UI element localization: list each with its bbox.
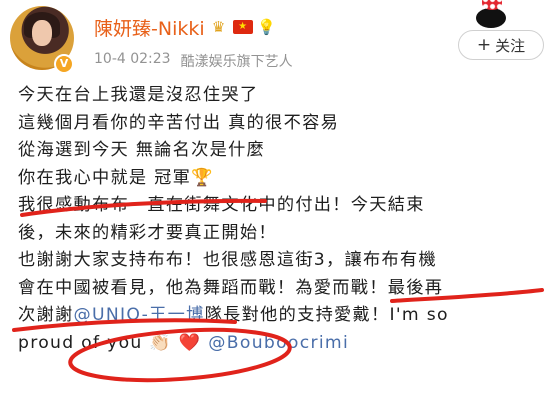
verified-badge-icon: V (54, 54, 74, 74)
post-line: 從海選到今天 無論名次是什麼 (18, 140, 266, 160)
lightbulb-icon: 💡 (257, 18, 276, 36)
clap-icon: 👏🏻 (149, 332, 173, 353)
post-line-text: 隊長對他的支持愛戴！I'm so (204, 305, 449, 325)
post-meta: 10-4 02:23 酷漾娱乐旗下艺人 (94, 51, 293, 71)
mention-link[interactable]: @Bouboocrimi (208, 333, 349, 353)
post-line: proud of you 👏🏻 ❤️ @Bouboocrimi (18, 330, 548, 358)
post-source: 酷漾娱乐旗下艺人 (180, 54, 293, 70)
heart-icon: ❤️ (178, 332, 202, 353)
mention-link[interactable]: @UNIQ-王一博 (73, 305, 204, 325)
post-body: 今天在台上我還是沒忍住哭了 這幾個月看你的辛苦付出 真的很不容易 從海選到今天 … (18, 82, 548, 357)
avatar-face (32, 20, 52, 46)
post-line: 今天在台上我還是沒忍住哭了 (18, 85, 259, 105)
trophy-icon: 🏆 (191, 167, 214, 188)
post-line-text: 你在我心中就是 冠軍 (18, 167, 192, 188)
plus-icon: + (476, 35, 492, 55)
post-line: 你在我心中就是 冠軍🏆 (18, 165, 548, 193)
post-line-text: proud of you (18, 332, 143, 353)
china-flag-icon: ★ (232, 20, 253, 34)
post-line: 後，未來的精彩才要真正開始！ (18, 222, 277, 243)
bow-decoration-icon (482, 0, 502, 10)
follow-button[interactable]: + 关注 (458, 30, 544, 60)
mickey-decoration-icon (476, 8, 506, 28)
post-line: 次謝謝@UNIQ-王一博隊長對他的支持愛戴！I'm so (18, 302, 548, 330)
post-line: 這幾個月看你的辛苦付出 真的很不容易 (18, 112, 340, 133)
follow-label: 关注 (495, 36, 526, 55)
post-line-text: 次謝謝 (18, 305, 74, 325)
crown-icon: ♛ (211, 18, 226, 36)
author-name[interactable]: 陳妍臻-Nikki (94, 14, 205, 41)
post-line: 我很感動布布一直在街舞文化中的付出！今天結束 (18, 195, 425, 215)
post-timestamp[interactable]: 10-4 02:23 (94, 51, 171, 71)
post-line: 會在中國被看見，他為舞蹈而戰！為愛而戰！最後再 (18, 277, 444, 298)
post-line: 也謝謝大家支持布布！也很感恩這街3，讓布布有機 (18, 250, 437, 270)
author-row: 陳妍臻-Nikki ♛ ★ 💡 (94, 14, 277, 40)
